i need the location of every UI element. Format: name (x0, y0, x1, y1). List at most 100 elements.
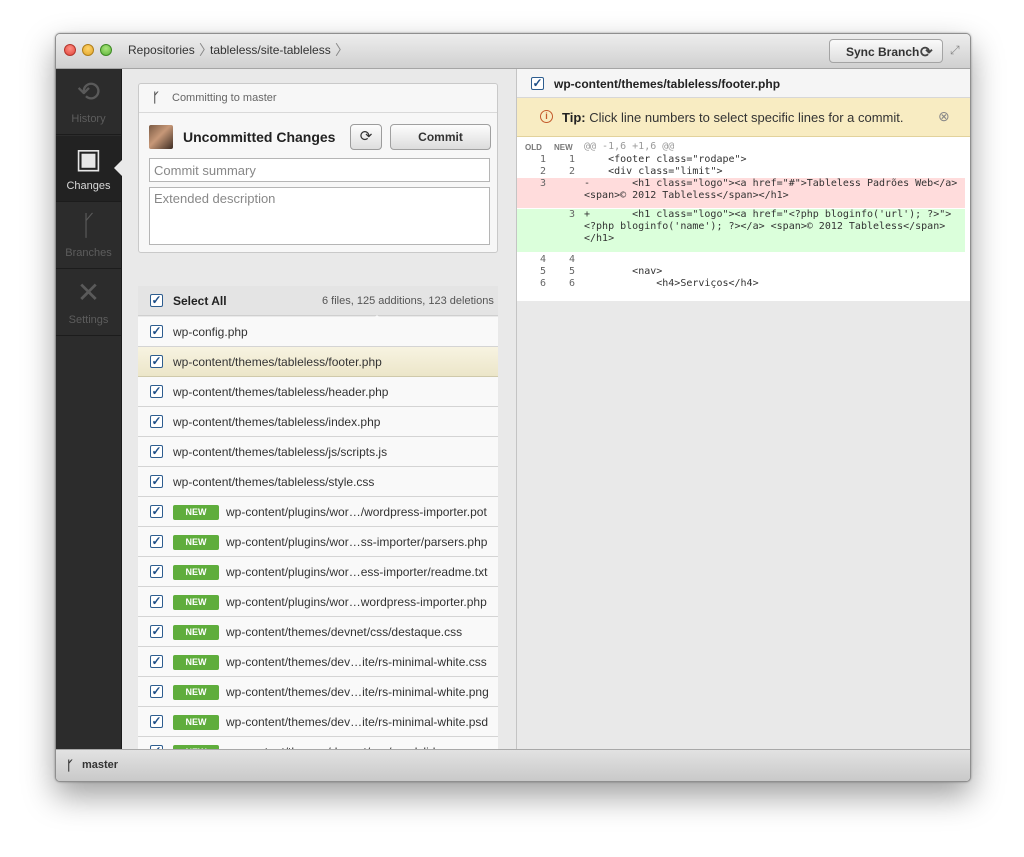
file-checkbox[interactable]: ✓ (150, 715, 163, 728)
old-line-number[interactable]: 2 (526, 166, 546, 177)
code-text: <footer class="rodape"> (584, 154, 747, 165)
file-checkbox[interactable]: ✓ (150, 505, 163, 518)
commit-box: ᚴ Committing to master Uncommitted Chang… (138, 83, 498, 253)
new-badge: NEW (173, 565, 219, 580)
new-line-number[interactable]: 6 (555, 278, 575, 289)
diff-file-header: ✓ wp-content/themes/tableless/footer.php (517, 69, 970, 98)
file-row[interactable]: ✓ wp-content/themes/tableless/footer.php (138, 347, 498, 377)
extended-description-input[interactable]: Extended description (149, 187, 490, 245)
file-name: wp-content/plugins/wor…wordpress-importe… (226, 595, 487, 609)
diff-line: 22 <div class="limit"> (517, 166, 965, 178)
file-row[interactable]: ✓ NEW wp-content/themes/dev…ite/rs-minimal… (138, 707, 498, 737)
file-row[interactable]: ✓ NEW wp-content/plugins/wor…ess-importer/… (138, 557, 498, 587)
file-name: wp-content/themes/dev…ite/rs-minimal-whi… (226, 655, 487, 669)
select-all-row: ✓ Select All 6 files, 125 additions, 123… (138, 286, 498, 316)
sidebar-item-label: History (71, 113, 106, 125)
file-row[interactable]: ✓ NEW wp-content/themes/dev…ite/rs-minimal… (138, 647, 498, 677)
file-checkbox[interactable]: ✓ (150, 565, 163, 578)
file-checkbox[interactable]: ✓ (150, 595, 163, 608)
file-row[interactable]: ✓ wp-content/themes/tableless/index.php (138, 407, 498, 437)
file-row[interactable]: ✓ wp-config.php (138, 317, 498, 347)
file-name: wp-content/themes/tableless/style.css (173, 475, 375, 489)
file-row[interactable]: ✓ wp-content/themes/tableless/header.php (138, 377, 498, 407)
new-line-number[interactable]: 5 (555, 266, 575, 277)
file-checkbox[interactable]: ✓ (150, 415, 163, 428)
file-name: wp-content/themes/dev…ite/rs-minimal-whi… (226, 715, 489, 729)
file-checkbox[interactable]: ✓ (150, 655, 163, 668)
old-line-number[interactable]: 5 (526, 266, 546, 277)
file-checkbox[interactable]: ✓ (150, 685, 163, 698)
diff-line-added: 3 + <h1 class="logo"><a href="<?php blogi… (517, 209, 965, 252)
app-window: Repositories 〉 tableless/site-tableless … (55, 33, 971, 782)
file-row[interactable]: ✓ NEW wp-content/plugins/wor…/wordpress-im… (138, 497, 498, 527)
sidebar-item-settings[interactable]: ✕ Settings (56, 270, 121, 336)
file-name: wp-content/themes/tableless/index.php (173, 415, 381, 429)
file-name: wp-content/themes/tableless/header.php (173, 385, 389, 399)
file-checkbox[interactable]: ✓ (150, 385, 163, 398)
commit-button[interactable]: Commit (390, 124, 491, 150)
title-bar: Repositories 〉 tableless/site-tableless … (56, 34, 970, 69)
file-row[interactable]: ✓ NEW wp-content/plugins/wor…ss-importer/p… (138, 527, 498, 557)
file-checkbox[interactable]: ✓ (150, 355, 163, 368)
file-row[interactable]: ✓ NEW wp-content/plugins/wor…wordpress-imp… (138, 587, 498, 617)
fullscreen-icon[interactable]: ⤢ (950, 43, 960, 58)
sidebar-item-label: Changes (66, 180, 111, 192)
new-line-number[interactable]: 4 (555, 254, 575, 265)
code-text: <div class="limit"> (584, 166, 723, 177)
old-line-number[interactable]: 3 (526, 178, 546, 189)
file-checkbox[interactable]: ✓ (150, 625, 163, 638)
old-line-number[interactable]: 6 (526, 278, 546, 289)
active-indicator (114, 160, 122, 176)
close-window-button[interactable] (64, 44, 76, 56)
refresh-icon: ⟳ (359, 128, 373, 145)
file-checkbox[interactable]: ✓ (531, 77, 544, 90)
sidebar-item-branches[interactable]: ᚴ Branches (56, 203, 121, 269)
sidebar-item-changes[interactable]: ▣ Changes (56, 136, 122, 202)
file-row[interactable]: ✓ wp-content/themes/tableless/style.css (138, 467, 498, 497)
file-name: wp-content/plugins/wor…ess-importer/read… (226, 565, 488, 579)
old-line-number[interactable]: 4 (526, 254, 546, 265)
close-tip-icon[interactable]: ⊗ (938, 108, 950, 125)
file-checkbox[interactable]: ✓ (150, 325, 163, 338)
file-name: wp-content/themes/tableless/footer.php (173, 355, 382, 369)
tip-bold: Tip: (562, 110, 586, 125)
file-checkbox[interactable]: ✓ (150, 535, 163, 548)
breadcrumb-repo[interactable]: tableless/site-tableless (210, 43, 331, 57)
changes-stats: 6 files, 125 additions, 123 deletions (322, 295, 494, 307)
file-checkbox[interactable]: ✓ (150, 445, 163, 458)
zoom-window-button[interactable] (100, 44, 112, 56)
branch-icon: ᚴ (152, 90, 160, 105)
file-name: wp-content/plugins/wor…/wordpress-import… (226, 505, 487, 519)
diff-line: 55 <nav> (517, 266, 965, 278)
diff-view: OLD NEW @@ -1,6 +1,6 @@ 11 <footer class… (517, 137, 970, 301)
new-line-number[interactable]: 2 (555, 166, 575, 177)
commit-summary-input[interactable]: Commit summary (149, 158, 490, 182)
new-line-number[interactable]: 1 (555, 154, 575, 165)
file-row[interactable]: ✓ NEW wp-content/themes/devnet/css/destaqu… (138, 617, 498, 647)
file-row[interactable]: ✓ NEW wp-content/themes/dev…ite/rs-minimal… (138, 677, 498, 707)
discard-changes-button[interactable]: ⟳ (350, 124, 382, 150)
code-text: - <h1 class="logo"><a href="#">Tableless… (584, 178, 964, 201)
info-icon: i (540, 110, 553, 123)
new-line-number[interactable]: 3 (555, 209, 575, 220)
new-badge: NEW (173, 715, 219, 730)
old-line-number[interactable]: 1 (526, 154, 546, 165)
new-badge: NEW (173, 625, 219, 640)
new-badge: NEW (173, 655, 219, 670)
file-name: wp-content/themes/dev…ite/rs-minimal-whi… (226, 685, 489, 699)
file-row[interactable]: ✓ wp-content/themes/tableless/js/scripts.… (138, 437, 498, 467)
minimize-window-button[interactable] (82, 44, 94, 56)
select-all-checkbox[interactable]: ✓ (150, 294, 163, 307)
sidebar-item-label: Branches (65, 247, 112, 259)
sync-branch-button[interactable]: Sync Branch ⟳ (829, 39, 943, 63)
current-branch[interactable]: master (82, 759, 118, 771)
code-text: + <h1 class="logo"><a href="<?php blogin… (584, 209, 952, 244)
code-text: <h4>Serviços</h4> (584, 278, 759, 289)
file-checkbox[interactable]: ✓ (150, 475, 163, 488)
tip-message: Click line numbers to select specific li… (589, 110, 904, 125)
sidebar-item-history[interactable]: ⟲ History (56, 69, 121, 135)
breadcrumb-repositories[interactable]: Repositories (128, 43, 195, 57)
file-row[interactable]: ✓NEWwp-content/themes/devnet/css/royalsl… (138, 737, 498, 749)
branch-icon: ᚴ (66, 758, 74, 773)
diff-line-deleted: 3 - <h1 class="logo"><a href="#">Tableles… (517, 178, 965, 208)
